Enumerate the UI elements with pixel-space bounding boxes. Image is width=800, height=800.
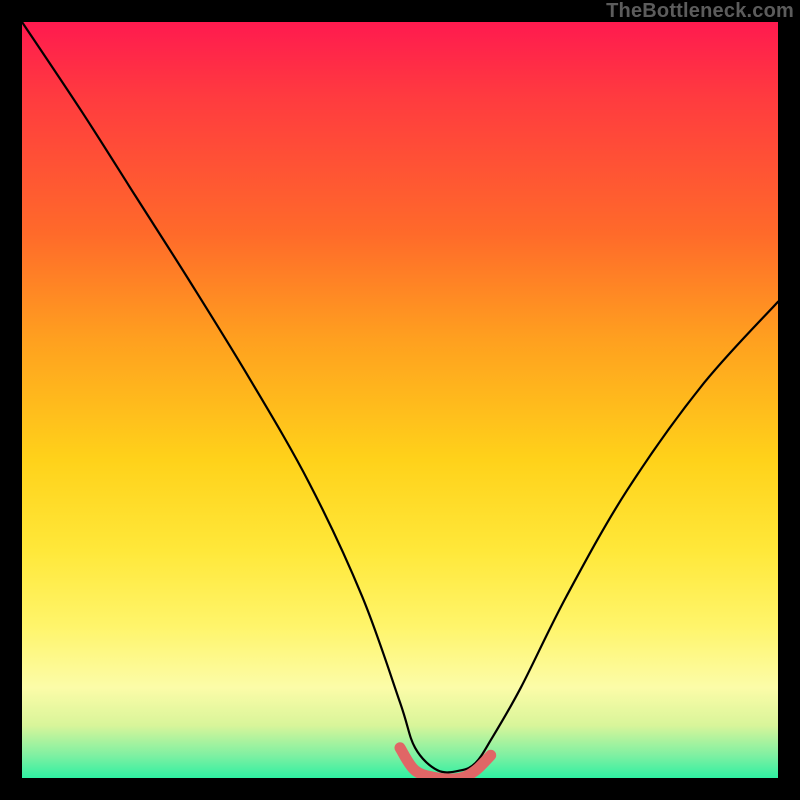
- watermark-text: TheBottleneck.com: [606, 0, 794, 23]
- curve-svg: [22, 22, 778, 778]
- chart-frame: TheBottleneck.com: [0, 0, 800, 800]
- bottleneck-curve: [22, 22, 778, 772]
- plot-area: [22, 22, 778, 778]
- highlight-segment: [400, 748, 491, 778]
